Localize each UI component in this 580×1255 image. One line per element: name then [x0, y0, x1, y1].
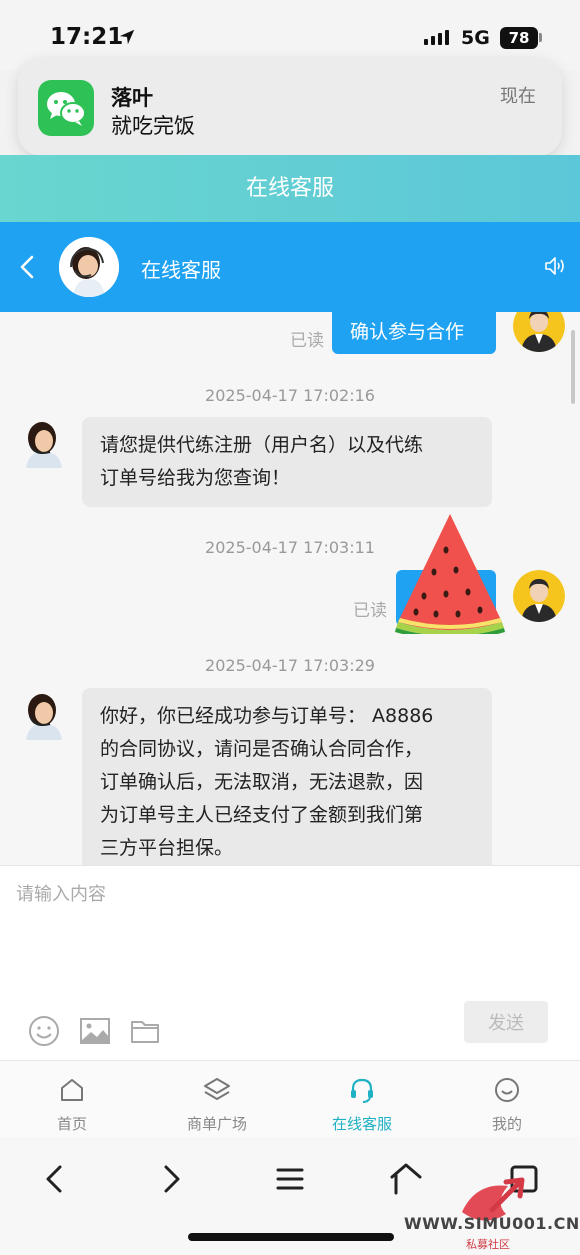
speaker-icon[interactable] [544, 255, 566, 277]
notification-message: 就吃完饭 [111, 114, 195, 138]
wechat-icon [38, 80, 94, 136]
read-status: 已读 [290, 331, 324, 351]
battery-level: 78 [500, 27, 538, 49]
user-avatar [513, 570, 565, 622]
emoji-icon[interactable] [27, 1014, 61, 1048]
outgoing-message: 确认参与合作 [332, 312, 496, 354]
message-list[interactable]: 已读 确认参与合作 2025-04-17 17:02:16 请您提供代练注册（用… [0, 312, 580, 865]
layers-icon [204, 1078, 230, 1100]
tab-label: 在线客服 [331, 1115, 392, 1133]
agent-avatar-small [20, 688, 68, 740]
image-icon[interactable] [78, 1014, 112, 1048]
browser-forward-icon[interactable] [152, 1159, 192, 1199]
back-chevron-icon[interactable] [16, 253, 40, 281]
message-timestamp: 2025-04-17 17:02:16 [205, 386, 375, 405]
watermark-subtitle: 私募社区 [466, 1238, 510, 1251]
tab-mine[interactable]: 我的 [452, 1061, 562, 1138]
tab-home[interactable]: 首页 [17, 1061, 127, 1138]
tab-label: 我的 [491, 1115, 522, 1133]
watermark-text: WWW.SIMU001.CN [404, 1214, 580, 1233]
bottom-tab-bar: 首页 商单广场 在线客服 我的 [0, 1060, 580, 1137]
folder-icon[interactable] [128, 1014, 162, 1048]
message-composer: 发送 [0, 865, 580, 1060]
chat-header: 在线客服 [0, 222, 580, 312]
message-line: 为订单号主人已经支付了金额到我们第 [100, 804, 424, 826]
message-line: 你好，你已经成功参与订单号： A8886 [100, 705, 434, 727]
read-status: 已读 [353, 601, 387, 621]
smile-icon [495, 1078, 519, 1102]
message-line: 订单确认后，无法取消，无法退款，因 [100, 771, 424, 793]
tab-label: 首页 [56, 1115, 87, 1133]
message-line: 订单号给我为您查询！ [100, 467, 291, 489]
cellular-signal-icon [424, 30, 449, 45]
battery-icon [539, 33, 542, 42]
notification-time: 现在 [500, 86, 536, 107]
message-input[interactable] [16, 880, 561, 980]
message-line: 请您提供代练注册（用户名）以及代练 [100, 434, 424, 456]
send-button[interactable]: 发送 [464, 1001, 548, 1043]
notification-sender: 落叶 [111, 86, 153, 110]
network-type: 5G [461, 27, 490, 49]
headset-icon [351, 1078, 373, 1103]
browser-back-icon[interactable] [34, 1159, 74, 1199]
tab-label: 商单广场 [186, 1115, 247, 1133]
user-avatar [513, 312, 565, 352]
incoming-message: 请您提供代练注册（用户名）以及代练 订单号给我为您查询！ [82, 417, 492, 507]
message-line: 三方平台担保。 [100, 837, 234, 859]
agent-avatar [59, 237, 119, 297]
home-icon [61, 1079, 83, 1101]
tab-order-plaza[interactable]: 商单广场 [162, 1061, 272, 1138]
home-indicator[interactable] [188, 1233, 394, 1241]
page-title: 在线客服 [0, 155, 580, 222]
watermelon-sticker[interactable] [394, 510, 506, 634]
message-timestamp: 2025-04-17 17:03:29 [205, 656, 375, 675]
status-time: 17:21 [50, 24, 124, 50]
message-line: 的合同协议，请问是否确认合同合作， [100, 738, 424, 760]
location-arrow-icon [119, 29, 135, 45]
tab-online-service[interactable]: 在线客服 [307, 1061, 417, 1138]
menu-icon[interactable] [270, 1159, 310, 1199]
agent-avatar-small [20, 416, 68, 468]
chat-title: 在线客服 [141, 258, 221, 282]
incoming-message: 你好，你已经成功参与订单号： A8886 的合同协议，请问是否确认合同合作， 订… [82, 688, 492, 865]
wechat-notification[interactable]: 落叶 就吃完饭 现在 [18, 58, 562, 156]
